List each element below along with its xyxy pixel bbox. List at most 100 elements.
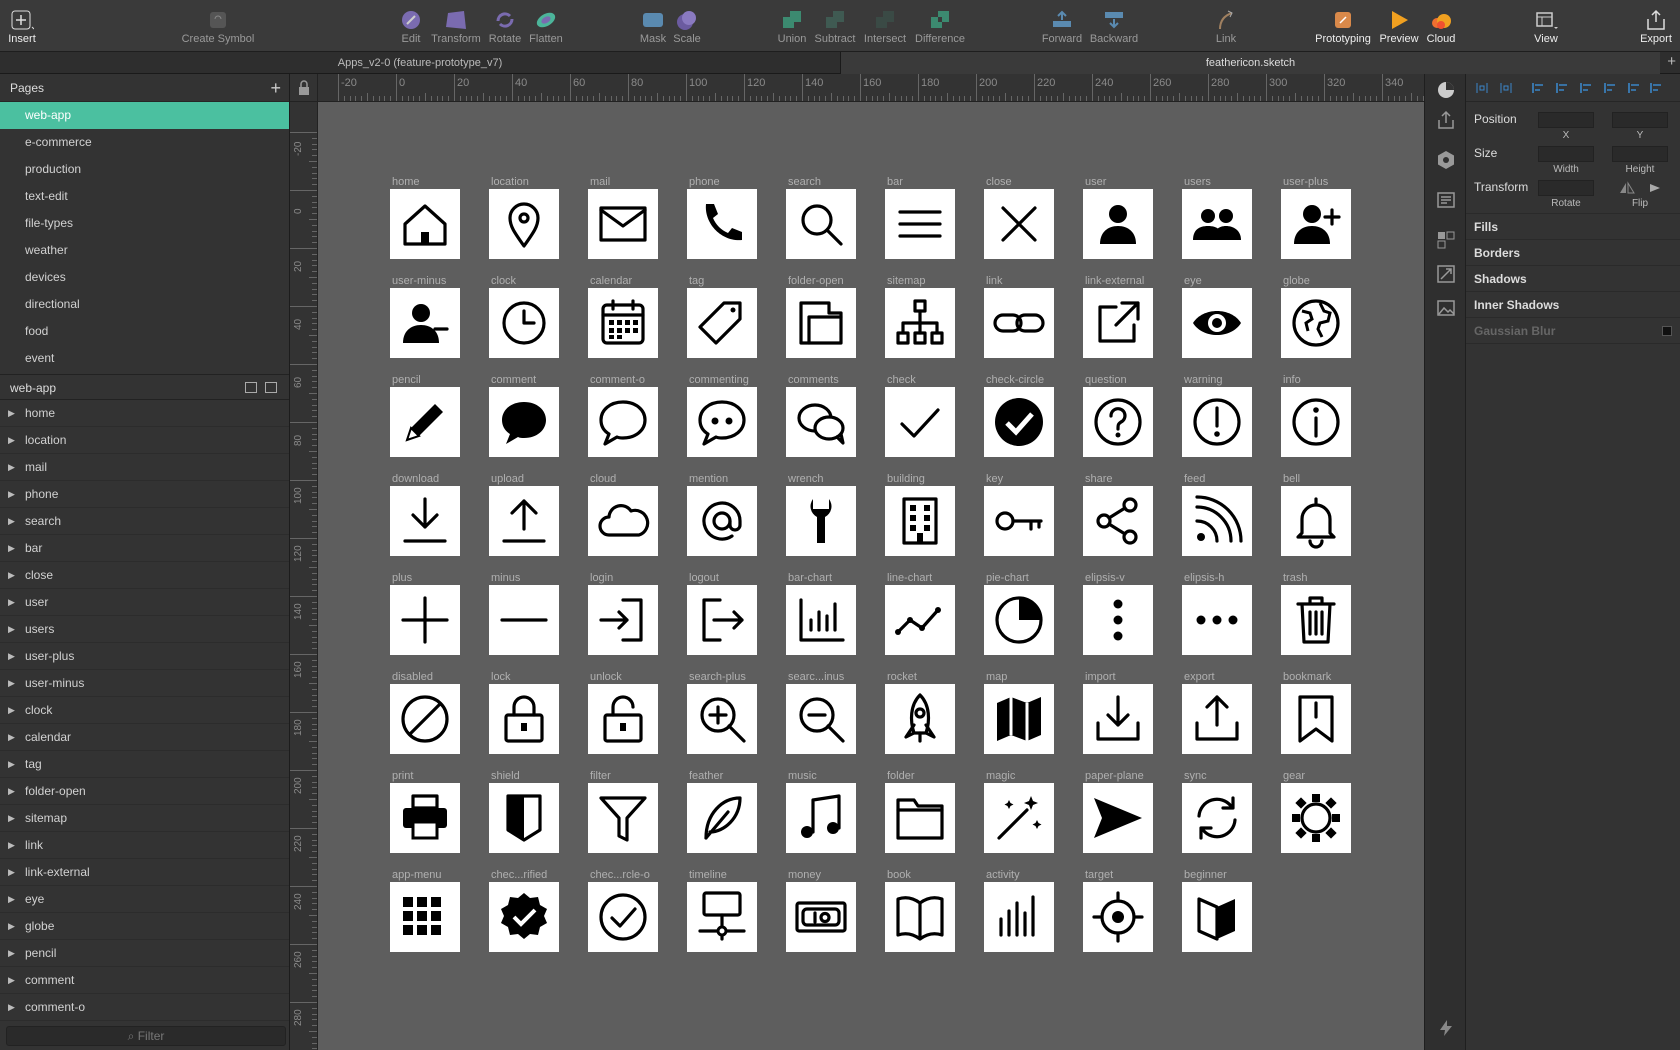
artboard-building[interactable]: building: [885, 473, 955, 556]
artboard-canvas[interactable]: [588, 684, 658, 754]
page-item-file-types[interactable]: file-types: [0, 210, 289, 237]
artboard-eye[interactable]: eye: [1182, 275, 1252, 358]
artboard-title[interactable]: download: [390, 473, 460, 486]
artboard-phone[interactable]: phone: [687, 176, 757, 259]
artboard-canvas[interactable]: [1083, 783, 1153, 853]
artboard-canvas[interactable]: [1083, 387, 1153, 457]
disclosure-triangle-icon[interactable]: ▶: [8, 778, 15, 805]
artboard-canvas[interactable]: [489, 783, 559, 853]
artboard-title[interactable]: link: [984, 275, 1054, 288]
artboard-chec-rcle-o[interactable]: chec...rcle-o: [588, 869, 658, 952]
ruler-lock[interactable]: [290, 74, 318, 102]
artboard-title[interactable]: bell: [1281, 473, 1351, 486]
artboard-money[interactable]: money: [786, 869, 856, 952]
artboard-title[interactable]: shield: [489, 770, 559, 783]
artboard-canvas[interactable]: [1182, 585, 1252, 655]
artboard-title[interactable]: check: [885, 374, 955, 387]
artboard-title[interactable]: eye: [1182, 275, 1252, 288]
artboard-canvas[interactable]: [588, 387, 658, 457]
artboard-title[interactable]: comment-o: [588, 374, 658, 387]
artboard-link[interactable]: link: [984, 275, 1054, 358]
artboard-title[interactable]: chec...rcle-o: [588, 869, 658, 882]
artboard-close[interactable]: close: [984, 176, 1054, 259]
artboard-title[interactable]: map: [984, 671, 1054, 684]
artboard-canvas[interactable]: [1083, 486, 1153, 556]
artboard-bar-chart[interactable]: bar-chart: [786, 572, 856, 655]
artboard-canvas[interactable]: [687, 288, 757, 358]
layer-item-phone[interactable]: ▶ phone: [0, 481, 289, 508]
artboard-pie-chart[interactable]: pie-chart: [984, 572, 1054, 655]
artboard-title[interactable]: phone: [687, 176, 757, 189]
artboard-searc-inus[interactable]: searc...inus: [786, 671, 856, 754]
disclosure-triangle-icon[interactable]: ▶: [8, 616, 15, 643]
artboard-canvas[interactable]: [1182, 189, 1252, 259]
artboard-title[interactable]: plus: [390, 572, 460, 585]
artboard-trash[interactable]: trash: [1281, 572, 1351, 655]
artboard-app-menu[interactable]: app-menu: [390, 869, 460, 952]
artboard-download[interactable]: download: [390, 473, 460, 556]
artboard-title[interactable]: location: [489, 176, 559, 189]
disclosure-triangle-icon[interactable]: ▶: [8, 697, 15, 724]
toolbar-flatten-button[interactable]: Flatten: [506, 8, 586, 45]
artboard-canvas[interactable]: [1182, 486, 1252, 556]
canvas[interactable]: home location mail phone search bar close user u…: [318, 102, 1424, 1050]
artboard-canvas[interactable]: [687, 684, 757, 754]
artboard-title[interactable]: warning: [1182, 374, 1252, 387]
image-icon[interactable]: [1436, 298, 1456, 318]
artboard-canvas[interactable]: [489, 189, 559, 259]
layer-item-bar[interactable]: ▶ bar: [0, 535, 289, 562]
disclosure-triangle-icon[interactable]: ▶: [8, 481, 15, 508]
artboard-title[interactable]: folder: [885, 770, 955, 783]
position-y-input[interactable]: [1612, 112, 1668, 128]
page-item-text-edit[interactable]: text-edit: [0, 183, 289, 210]
disclosure-triangle-icon[interactable]: ▶: [8, 724, 15, 751]
layer-item-user-minus[interactable]: ▶ user-minus: [0, 670, 289, 697]
artboard-title[interactable]: trash: [1281, 572, 1351, 585]
artboard-line-chart[interactable]: line-chart: [885, 572, 955, 655]
artboard-link-external[interactable]: link-external: [1083, 275, 1153, 358]
artboard-minus[interactable]: minus: [489, 572, 559, 655]
artboard-comment-o[interactable]: comment-o: [588, 374, 658, 457]
artboard-canvas[interactable]: [390, 288, 460, 358]
artboard-title[interactable]: timeline: [687, 869, 757, 882]
artboard-canvas[interactable]: [984, 882, 1054, 952]
artboard-title[interactable]: sitemap: [885, 275, 955, 288]
artboard-title[interactable]: info: [1281, 374, 1351, 387]
artboard-title[interactable]: bar: [885, 176, 955, 189]
layer-item-link[interactable]: ▶ link: [0, 832, 289, 859]
artboard-key[interactable]: key: [984, 473, 1054, 556]
align-right-icon[interactable]: [1580, 82, 1592, 94]
page-item-devices[interactable]: devices: [0, 264, 289, 291]
artboard-canvas[interactable]: [984, 585, 1054, 655]
artboard-canvas[interactable]: [1182, 783, 1252, 853]
disclosure-triangle-icon[interactable]: ▶: [8, 859, 15, 886]
artboard-canvas[interactable]: [984, 486, 1054, 556]
distribute-vertical-icon[interactable]: [1500, 82, 1512, 94]
artboard-rocket[interactable]: rocket: [885, 671, 955, 754]
artboard-title[interactable]: book: [885, 869, 955, 882]
tab-feathericon[interactable]: feathericon.sketch: [840, 52, 1660, 74]
new-tab-button[interactable]: +: [1667, 54, 1676, 70]
artboard-question[interactable]: question: [1083, 374, 1153, 457]
artboard-canvas[interactable]: [1083, 585, 1153, 655]
artboard-title[interactable]: search: [786, 176, 856, 189]
width-input[interactable]: [1538, 146, 1594, 162]
artboard-disabled[interactable]: disabled: [390, 671, 460, 754]
page-item-food[interactable]: food: [0, 318, 289, 345]
gaussian-blur-row[interactable]: Gaussian Blur: [1466, 318, 1680, 344]
artboard-mention[interactable]: mention: [687, 473, 757, 556]
artboard-beginner[interactable]: beginner: [1182, 869, 1252, 952]
artboard-canvas[interactable]: [1083, 684, 1153, 754]
align-top-icon[interactable]: [1604, 82, 1616, 94]
layer-item-link-external[interactable]: ▶ link-external: [0, 859, 289, 886]
artboard-export[interactable]: export: [1182, 671, 1252, 754]
artboard-title[interactable]: pencil: [390, 374, 460, 387]
artboard-home[interactable]: home: [390, 176, 460, 259]
artboard-canvas[interactable]: [588, 189, 658, 259]
disclosure-triangle-icon[interactable]: ▶: [8, 454, 15, 481]
artboard-feather[interactable]: feather: [687, 770, 757, 853]
align-left-icon[interactable]: [1532, 82, 1544, 94]
artboard-title[interactable]: bar-chart: [786, 572, 856, 585]
artboard-title[interactable]: cloud: [588, 473, 658, 486]
layer-item-folder-open[interactable]: ▶ folder-open: [0, 778, 289, 805]
